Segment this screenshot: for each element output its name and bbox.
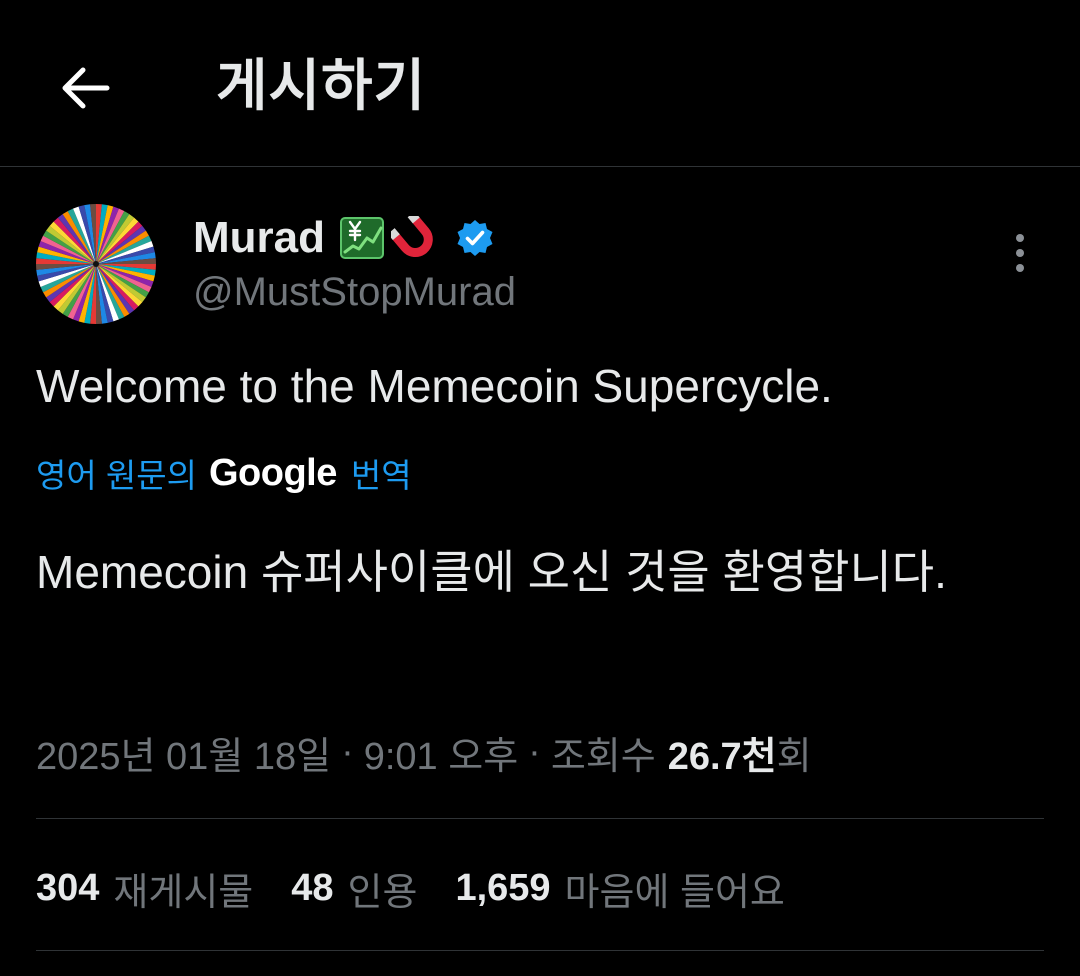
tweet-date[interactable]: 2025년 01월 18일 — [36, 725, 331, 780]
author-name-row[interactable]: Murad — [193, 208, 495, 268]
author-name[interactable]: Murad — [193, 213, 325, 263]
views-label: 조회수 — [550, 735, 656, 778]
more-options-icon-dot — [1016, 249, 1024, 257]
avatar[interactable] — [36, 204, 156, 324]
views-suffix: 회 — [776, 735, 812, 778]
google-logo: Google — [208, 451, 337, 494]
divider — [36, 950, 1044, 951]
translation-label[interactable]: 번역 — [351, 449, 412, 497]
meta-separator: · — [341, 730, 354, 773]
quotes-label: 인용 — [347, 871, 418, 914]
chart-yen-icon — [339, 216, 385, 260]
magnet-icon — [391, 216, 437, 260]
tweet-time[interactable]: 9:01 오후 — [364, 725, 518, 780]
top-app-bar: 게시하기 — [0, 0, 1080, 167]
color-burst-avatar — [36, 204, 156, 324]
tweet-text: Welcome to the Memecoin Supercycle. — [36, 360, 833, 412]
reposts-count: 304 — [36, 866, 100, 909]
more-options-icon-dot — [1016, 264, 1024, 272]
views-count[interactable]: 26.7천 — [668, 725, 777, 780]
translation-source-label[interactable]: 영어 원문의 — [36, 449, 197, 497]
reposts-label: 재게시물 — [113, 871, 254, 914]
translation-attribution[interactable]: 영어 원문의 Google 번역 — [36, 448, 412, 498]
reposts-stat[interactable]: 304 재게시물 — [36, 861, 253, 916]
likes-count: 1,659 — [455, 866, 551, 909]
meta-separator: · — [528, 730, 541, 773]
tweet-meta: 2025년 01월 18일 · 9:01 오후 · 조회수 26.7천 회 — [36, 724, 812, 780]
likes-stat[interactable]: 1,659 마음에 들어요 — [455, 861, 784, 916]
more-options-button[interactable] — [996, 226, 1044, 280]
divider — [36, 818, 1044, 819]
more-options-icon — [1016, 234, 1024, 242]
author-handle[interactable]: @MustStopMurad — [193, 266, 516, 318]
back-button[interactable] — [50, 55, 120, 121]
translated-text: Memecoin 슈퍼사이클에 오신 것을 환영합니다. — [36, 546, 947, 598]
arrow-left-icon — [62, 67, 110, 109]
quotes-count: 48 — [291, 866, 334, 909]
likes-label: 마음에 들어요 — [564, 871, 785, 914]
engagement-stats: 304 재게시물 48 인용 1,659 마음에 들어요 — [36, 860, 823, 916]
verified-badge-icon[interactable] — [455, 218, 495, 258]
page-title: 게시하기 — [216, 54, 427, 117]
quotes-stat[interactable]: 48 인용 — [291, 861, 417, 916]
